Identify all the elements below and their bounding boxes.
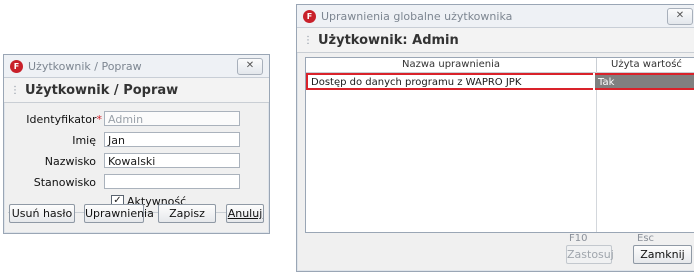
permission-name-cell[interactable]: Dostęp do danych programu z WAPRO JPK <box>306 73 593 90</box>
dialog-title: Użytkownik / Popraw <box>28 59 142 73</box>
position-field[interactable] <box>104 174 240 189</box>
shortcut-f10: F10 <box>569 233 588 244</box>
permissions-dialog-title: Uprawnienia globalne użytkownika <box>321 9 513 23</box>
apply-button[interactable]: Zastosuj <box>566 245 614 264</box>
permissions-titlebar: F Uprawnienia globalne użytkownika ✕ <box>297 5 694 28</box>
grid-column-divider <box>596 72 597 232</box>
surname-field[interactable]: Kowalski <box>104 153 240 168</box>
permissions-header-title: Użytkownik: Admin <box>318 32 459 48</box>
required-marker: * <box>96 113 103 126</box>
wapro-app-icon: F <box>10 59 23 73</box>
user-edit-titlebar: F Użytkownik / Popraw ✕ <box>4 55 269 78</box>
grip-icon: ⋮ <box>10 84 20 96</box>
shortcut-esc: Esc <box>637 233 655 244</box>
column-header-used-value[interactable]: Użyta wartość <box>597 58 694 73</box>
column-header-permission-name[interactable]: Nazwa uprawnienia <box>306 58 597 73</box>
used-value-cell[interactable]: Tak <box>595 73 694 90</box>
identifier-label: Identyfikator* <box>22 113 102 126</box>
table-row[interactable]: Dostęp do danych programu z WAPRO JPK Ta… <box>306 73 694 90</box>
permissions-header: ⋮ Użytkownik: Admin <box>297 28 694 53</box>
reset-password-button[interactable]: Usuń hasło <box>9 204 75 223</box>
close-icon[interactable]: ✕ <box>237 58 263 75</box>
permissions-grid[interactable]: Nazwa uprawnienia Użyta wartość Dostęp d… <box>305 57 694 233</box>
dialog-header: ⋮ Użytkownik / Popraw <box>4 78 269 103</box>
close-button[interactable]: Zamknij <box>633 245 692 264</box>
close-icon[interactable]: ✕ <box>667 8 693 25</box>
grip-icon: ⋮ <box>303 34 313 46</box>
cancel-button[interactable]: Anuluj <box>226 204 264 223</box>
identifier-field[interactable]: Admin <box>104 111 240 126</box>
header-title: Użytkownik / Popraw <box>25 82 179 98</box>
identifier-label-text: Identyfikator <box>26 113 97 126</box>
wapro-app-icon: F <box>303 9 316 23</box>
permissions-button[interactable]: Uprawnienia <box>84 204 154 223</box>
first-name-field[interactable]: Jan <box>104 132 240 147</box>
surname-label: Nazwisko <box>44 155 96 168</box>
position-label: Stanowisko <box>33 176 96 189</box>
first-name-label: Imię <box>72 134 96 147</box>
cancel-button-label: Anuluj <box>227 207 263 220</box>
save-button[interactable]: Zapisz <box>158 204 216 223</box>
global-permissions-dialog: F Uprawnienia globalne użytkownika ✕ ⋮ U… <box>296 4 694 272</box>
